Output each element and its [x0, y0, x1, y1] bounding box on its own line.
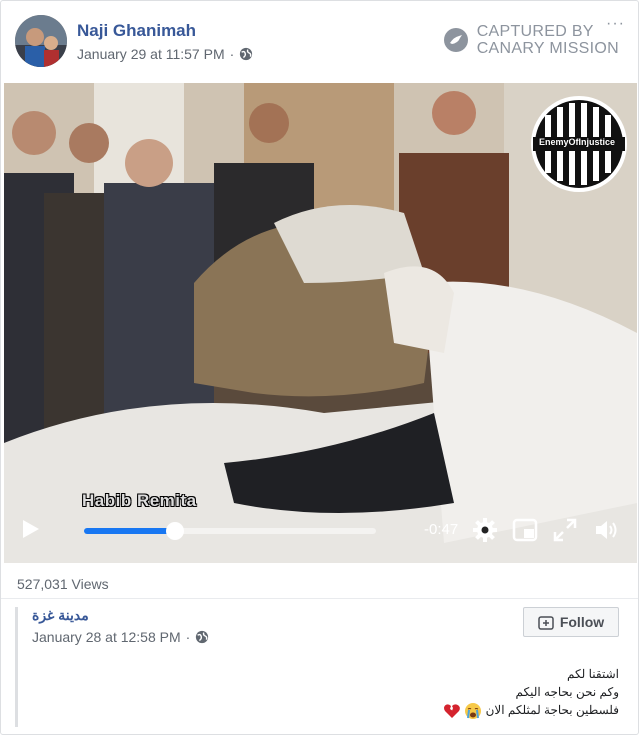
more-options-icon[interactable]: ··· [606, 15, 625, 33]
follow-button[interactable]: Follow [523, 607, 619, 637]
meta-separator: · [229, 46, 235, 62]
shared-post-text: اشتقنا لكم وكم نحن بحاجه اليكم فلسطين بح… [219, 665, 619, 720]
view-count: 527,031 Views [17, 576, 109, 592]
time-remaining: -0:47 [424, 521, 459, 538]
canary-watermark: CAPTURED BY CANARY MISSION [443, 23, 619, 57]
post-author[interactable]: Naji Ghanimah [77, 21, 196, 41]
canary-bird-icon [443, 28, 468, 52]
video-player[interactable]: EnemyOfInjustice Habib Remita -0:47 [4, 83, 637, 563]
shared-post-meta: January 28 at 12:58 PM · [32, 629, 209, 645]
progress-fill [84, 528, 175, 534]
globe-icon[interactable] [239, 47, 253, 61]
follow-label: Follow [559, 614, 605, 630]
shared-post-line: وكم نحن بحاجه اليكم [515, 685, 619, 699]
volume-icon[interactable] [594, 517, 620, 543]
play-icon[interactable] [18, 517, 42, 541]
video-controls: -0:47 [4, 501, 637, 563]
follow-icon [538, 616, 554, 630]
progress-knob[interactable] [165, 522, 184, 540]
post-card: Naji Ghanimah January 29 at 11:57 PM · C… [0, 0, 639, 735]
shared-post-timestamp[interactable]: January 28 at 12:58 PM [32, 629, 181, 645]
globe-icon[interactable] [195, 630, 209, 644]
gear-icon[interactable] [472, 517, 498, 543]
shared-post: مدينة غزة January 28 at 12:58 PM · Follo… [15, 607, 625, 727]
post-timestamp[interactable]: January 29 at 11:57 PM [77, 46, 225, 62]
avatar[interactable] [15, 15, 67, 67]
divider [1, 598, 638, 599]
pip-icon[interactable] [512, 517, 538, 543]
shared-post-line: فلسطين بحاجة لمثلكم الان [485, 703, 619, 717]
post-header: Naji Ghanimah January 29 at 11:57 PM · C… [15, 15, 627, 71]
shared-post-author[interactable]: مدينة غزة [32, 607, 89, 624]
crying-face-icon [465, 702, 482, 719]
channel-logo-text: EnemyOfInjustice [538, 137, 616, 147]
fullscreen-icon[interactable] [552, 517, 578, 543]
post-meta: January 29 at 11:57 PM · [77, 46, 253, 62]
broken-heart-icon [443, 704, 460, 718]
shared-post-line: اشتقنا لكم [567, 667, 619, 681]
progress-bar[interactable] [84, 522, 376, 540]
watermark-line2: CANARY MISSION [476, 40, 619, 57]
meta-separator: · [185, 629, 191, 645]
watermark-line1: CAPTURED BY [476, 23, 594, 40]
